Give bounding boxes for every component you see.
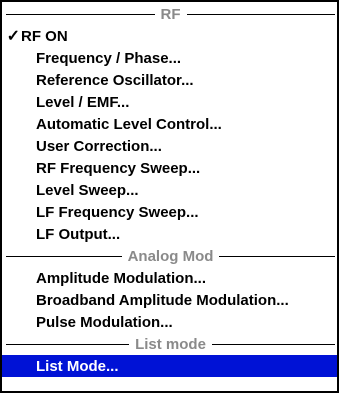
- menu-item-user-correction[interactable]: User Correction...: [2, 135, 337, 157]
- context-menu: RF ✓ RF ON Frequency / Phase... Referenc…: [0, 0, 339, 393]
- menu-item-broadband-amplitude-modulation[interactable]: Broadband Amplitude Modulation...: [2, 289, 337, 311]
- section-title-rf: RF: [160, 5, 181, 23]
- menu-item-label: Reference Oscillator...: [36, 71, 194, 89]
- menu-item-label: LF Frequency Sweep...: [36, 203, 199, 221]
- menu-item-label: Level / EMF...: [36, 93, 130, 111]
- menu-item-label: Level Sweep...: [36, 181, 139, 199]
- divider-line: [6, 343, 130, 345]
- menu-item-automatic-level-control[interactable]: Automatic Level Control...: [2, 113, 337, 135]
- divider-line: [6, 13, 155, 15]
- checkmark-icon: ✓: [6, 28, 20, 45]
- menu-item-label: Amplitude Modulation...: [36, 269, 206, 287]
- divider-line: [6, 255, 122, 257]
- menu-item-label: RF Frequency Sweep...: [36, 159, 201, 177]
- divider-line: [211, 343, 335, 345]
- menu-item-label: Automatic Level Control...: [36, 115, 222, 133]
- menu-item-rf-frequency-sweep[interactable]: RF Frequency Sweep...: [2, 157, 337, 179]
- menu-item-level-emf[interactable]: Level / EMF...: [2, 91, 337, 113]
- divider-line: [186, 13, 335, 15]
- menu-item-label: List Mode...: [36, 357, 119, 375]
- menu-item-frequency-phase[interactable]: Frequency / Phase...: [2, 47, 337, 69]
- menu-item-label: Broadband Amplitude Modulation...: [36, 291, 289, 309]
- section-header-rf: RF: [2, 3, 337, 25]
- menu-item-lf-frequency-sweep[interactable]: LF Frequency Sweep...: [2, 201, 337, 223]
- menu-item-label: RF ON: [21, 27, 68, 45]
- divider-line: [219, 255, 336, 257]
- menu-item-rf-on[interactable]: ✓ RF ON: [2, 25, 337, 47]
- section-header-analog-mod: Analog Mod: [2, 245, 337, 267]
- menu-item-label: User Correction...: [36, 137, 162, 155]
- menu-item-level-sweep[interactable]: Level Sweep...: [2, 179, 337, 201]
- menu-item-label: Frequency / Phase...: [36, 49, 182, 67]
- menu-item-amplitude-modulation[interactable]: Amplitude Modulation...: [2, 267, 337, 289]
- menu-item-label: LF Output...: [36, 225, 121, 243]
- menu-item-lf-output[interactable]: LF Output...: [2, 223, 337, 245]
- section-header-list-mode: List mode: [2, 333, 337, 355]
- menu-item-pulse-modulation[interactable]: Pulse Modulation...: [2, 311, 337, 333]
- menu-item-list-mode[interactable]: List Mode...: [2, 355, 337, 377]
- section-title-list-mode: List mode: [135, 335, 206, 353]
- section-title-analog-mod: Analog Mod: [127, 247, 214, 265]
- menu-item-reference-oscillator[interactable]: Reference Oscillator...: [2, 69, 337, 91]
- menu-item-label: Pulse Modulation...: [36, 313, 173, 331]
